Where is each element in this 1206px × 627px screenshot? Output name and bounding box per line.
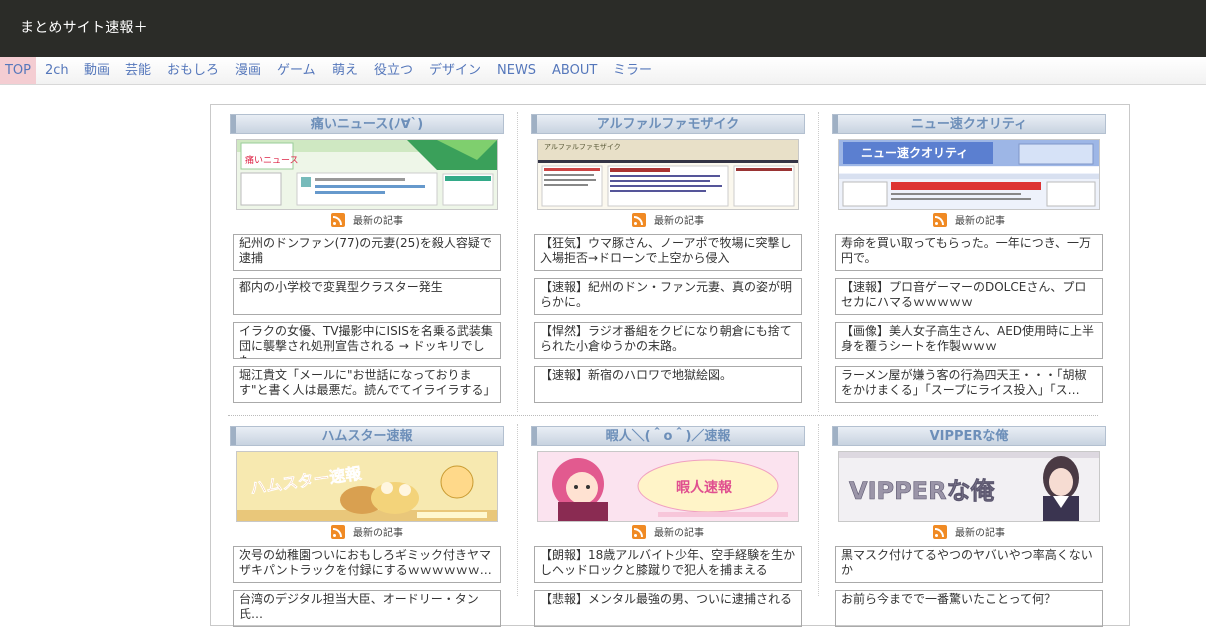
site-name[interactable]: 痛いニュース(ﾉ∀`) — [230, 114, 504, 134]
column-divider — [517, 112, 518, 412]
nav-item-2ch[interactable]: 2ch — [45, 57, 69, 84]
thumbnail-logo-text: アルファルファモザイク — [544, 143, 621, 151]
nav-item-news[interactable]: NEWS — [497, 57, 536, 84]
article-link[interactable]: 【速報】プロ音ゲーマーのDOLCEさん、プロセカにハマるｗｗｗｗｗ — [835, 278, 1103, 315]
nav-item-top[interactable]: TOP — [0, 57, 36, 84]
article-link[interactable]: 【速報】新宿のハロワで地獄絵図。 — [534, 366, 802, 403]
rss-icon[interactable] — [331, 525, 345, 539]
rss-icon[interactable] — [632, 213, 646, 227]
latest-articles-label: 最新の記事 — [832, 525, 1106, 543]
article-link[interactable]: 【悍然】ラジオ番組をクビになり朝倉にも捨てられた小倉ゆうかの末路。 — [534, 322, 802, 359]
nav-item-game[interactable]: ゲーム — [277, 57, 316, 84]
site-name[interactable]: アルファルファモザイク — [531, 114, 805, 134]
thumbnail-logo-text: 暇人速報 — [676, 479, 733, 496]
row-divider — [228, 415, 1098, 416]
nav-item-design[interactable]: デザイン — [429, 57, 481, 84]
nav-item-about[interactable]: ABOUT — [552, 57, 597, 84]
nav-item-funny[interactable]: おもしろ — [167, 57, 219, 84]
nav-item-moe[interactable]: 萌え — [332, 57, 358, 84]
top-bar: まとめサイト速報＋ — [0, 0, 1206, 57]
article-link[interactable]: 【速報】紀州のドン・ファン元妻、真の姿が明らかに。 — [534, 278, 802, 315]
site-name[interactable]: 暇人＼(＾o＾)／速報 — [531, 426, 805, 446]
nav-item-entertainment[interactable]: 芸能 — [125, 57, 151, 84]
column-divider — [818, 112, 819, 412]
site-name[interactable]: VIPPERな俺 — [832, 426, 1106, 446]
latest-articles-text[interactable]: 最新の記事 — [955, 216, 1005, 227]
latest-articles-text[interactable]: 最新の記事 — [654, 216, 704, 227]
latest-articles-label: 最新の記事 — [531, 213, 805, 231]
latest-articles-label: 最新の記事 — [230, 213, 504, 231]
article-link[interactable]: ラーメン屋が嫌う客の行為四天王・・・「胡椒をかけまくる」「スープにライス投入」「… — [835, 366, 1103, 403]
rss-icon[interactable] — [933, 525, 947, 539]
nav-item-video[interactable]: 動画 — [84, 57, 110, 84]
thumbnail-logo-text: ニュー速クオリティ — [861, 145, 968, 160]
latest-articles-text[interactable]: 最新の記事 — [353, 216, 403, 227]
latest-articles-label: 最新の記事 — [531, 525, 805, 543]
article-link[interactable]: 【朗報】18歳アルバイト少年、空手経験を生かしヘッドロックと膝蹴りで犯人を捕まえ… — [534, 546, 802, 583]
latest-articles-label: 最新の記事 — [230, 525, 504, 543]
site-thumbnail[interactable]: 痛いニュース — [236, 139, 498, 210]
nav-item-mirror[interactable]: ミラー — [613, 57, 652, 84]
site-name[interactable]: ニュー速クオリティ — [832, 114, 1106, 134]
site-thumbnail[interactable]: アルファルファモザイク — [537, 139, 799, 210]
article-link[interactable]: 黒マスク付けてるやつのヤバいやつ率高くないか — [835, 546, 1103, 583]
site-name[interactable]: ハムスター速報 — [230, 426, 504, 446]
article-link[interactable]: 堀江貴文「メールに"お世話になっておりま す"と書く人は最悪だ。読んでてイライラ… — [233, 366, 501, 403]
site-thumbnail[interactable]: ニュー速クオリティ — [838, 139, 1100, 210]
nav-item-manga[interactable]: 漫画 — [235, 57, 261, 84]
nav-bar: TOP 2ch 動画 芸能 おもしろ 漫画 ゲーム 萌え 役立つ デザイン NE… — [0, 57, 1206, 85]
article-link[interactable]: 寿命を買い取ってもらった。一年につき、一万円で。 — [835, 234, 1103, 271]
latest-articles-label: 最新の記事 — [832, 213, 1106, 231]
latest-articles-text[interactable]: 最新の記事 — [654, 528, 704, 539]
nav-item-useful[interactable]: 役立つ — [374, 57, 413, 84]
rss-icon[interactable] — [331, 213, 345, 227]
thumbnail-logo-text: VIPPERな俺 — [849, 477, 996, 505]
article-link[interactable]: 都内の小学校で変異型クラスター発生 — [233, 278, 501, 315]
site-thumbnail[interactable]: 暇人速報 — [537, 451, 799, 522]
column-divider — [818, 424, 819, 596]
latest-articles-text[interactable]: 最新の記事 — [955, 528, 1005, 539]
article-link[interactable]: 次号の幼稚園ついにおもしろギミック付きヤマザキパントラックを付録にするｗｗｗｗｗ… — [233, 546, 501, 583]
column-divider — [517, 424, 518, 596]
rss-icon[interactable] — [933, 213, 947, 227]
site-title[interactable]: まとめサイト速報＋ — [20, 17, 148, 37]
article-link[interactable]: 紀州のドンファン(77)の元妻(25)を殺人容疑で逮捕 — [233, 234, 501, 271]
article-link[interactable]: 【画像】美人女子高生さん、AED使用時に上半身を覆うシートを作製ｗｗｗ — [835, 322, 1103, 359]
site-thumbnail[interactable]: ハムスター速報 — [236, 451, 498, 522]
thumbnail-logo-text: 痛いニュース — [245, 154, 299, 166]
site-thumbnail[interactable]: VIPPERな俺 — [838, 451, 1100, 522]
article-link[interactable]: 【狂気】ウマ豚さん、ノーアポで牧場に突撃し入場拒否→ドローンで上空から侵入 — [534, 234, 802, 271]
article-link[interactable]: イラクの女優、TV撮影中にISISを名乗る武装集団に襲撃され処刑宣告される → … — [233, 322, 501, 359]
latest-articles-text[interactable]: 最新の記事 — [353, 528, 403, 539]
rss-icon[interactable] — [632, 525, 646, 539]
